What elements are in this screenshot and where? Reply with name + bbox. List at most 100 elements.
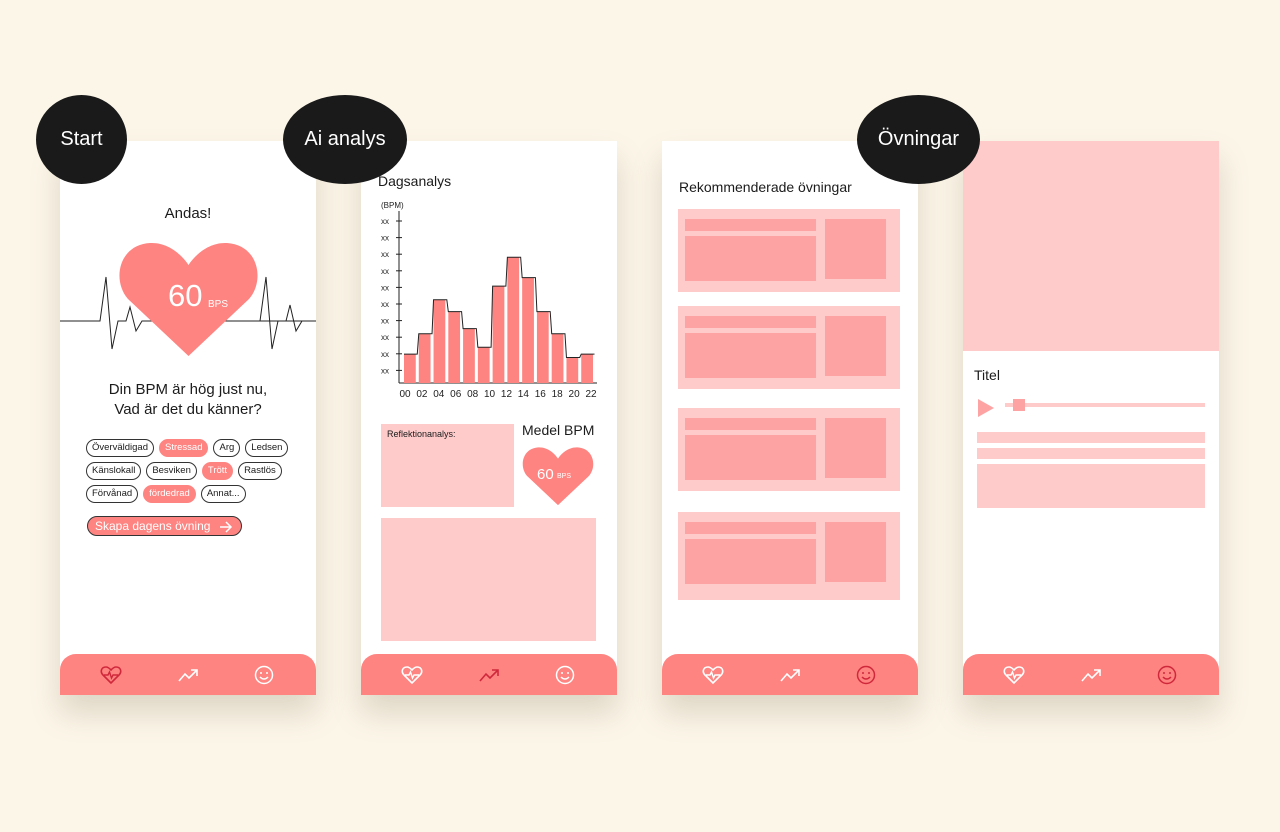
heart-pulse-icon[interactable]	[702, 664, 724, 686]
chart-bar	[463, 328, 475, 383]
x-tick-label: 10	[484, 389, 496, 400]
heart-pulse-icon[interactable]	[401, 664, 423, 686]
y-tick-label: xx	[381, 350, 389, 359]
chip-ledsen[interactable]: Ledsen	[245, 439, 289, 457]
y-tick-label: xx	[381, 300, 389, 309]
bps-unit: BPS	[208, 299, 229, 310]
recommended-title: Rekommenderade övningar	[679, 179, 852, 195]
analysis-placeholder	[381, 518, 596, 641]
medel-bpm-title: Medel BPM	[522, 422, 595, 438]
exercise-card[interactable]	[678, 306, 900, 389]
bottom-nav	[361, 654, 617, 695]
y-tick-label: xx	[381, 333, 389, 342]
x-tick-label: 14	[518, 389, 530, 400]
create-exercise-button[interactable]: Skapa dagens övning	[87, 516, 242, 536]
exercise-hero-image	[963, 141, 1219, 351]
trending-icon[interactable]	[779, 664, 801, 686]
bottom-nav	[60, 654, 316, 695]
start-screen: Andas! 60 BPS Din BPM är hög just nu, Va…	[60, 141, 316, 695]
y-tick-label: xx	[381, 283, 389, 292]
chip-annat[interactable]: Annat...	[200, 485, 246, 503]
audio-progress-handle[interactable]	[1013, 399, 1025, 411]
bpm-question: Din BPM är hög just nu, Vad är det du kä…	[108, 381, 268, 418]
card-image-placeholder	[825, 522, 886, 582]
heart-pulse-icon[interactable]	[1003, 664, 1025, 686]
exercise-card[interactable]	[678, 512, 900, 600]
chip-kanslokall[interactable]: Känslokall	[86, 462, 142, 480]
exercise-screen: Titel	[963, 141, 1219, 695]
chart-bar	[477, 347, 490, 383]
y-tick-label: xx	[381, 217, 389, 226]
feeling-chips: Överväldigad Stressad Arg Ledsen Känslok…	[86, 439, 296, 508]
x-tick-label: 08	[467, 389, 479, 400]
card-title-placeholder	[685, 219, 816, 231]
y-tick-label: xx	[381, 234, 389, 243]
x-tick-label: 12	[501, 389, 513, 400]
chart-bar	[536, 311, 549, 383]
chart-bar	[404, 354, 416, 383]
label-ai-analys: Ai analys	[283, 95, 407, 184]
label-ovningar: Övningar	[857, 95, 980, 184]
chart-bar	[448, 311, 461, 383]
y-tick-label: xx	[381, 250, 389, 259]
screen-title: Andas!	[164, 205, 212, 222]
y-tick-label: xx	[381, 366, 389, 375]
x-tick-label: 18	[552, 389, 564, 400]
bottom-nav	[963, 654, 1219, 695]
arrow-right-icon	[220, 521, 233, 533]
card-text-placeholder	[685, 435, 816, 480]
card-title-placeholder	[685, 522, 816, 534]
y-tick-label: xx	[381, 267, 389, 276]
text-placeholder	[977, 464, 1205, 508]
card-image-placeholder	[825, 418, 886, 478]
y-axis-label: (BPM)	[381, 201, 404, 210]
heart-pulse-icon[interactable]	[100, 664, 122, 686]
x-tick-label: 22	[585, 389, 597, 400]
trending-icon[interactable]	[1080, 664, 1102, 686]
dagsanalys-title: Dagsanalys	[378, 173, 452, 189]
chip-trott[interactable]: Trött	[201, 462, 234, 480]
chart-bar	[566, 357, 579, 383]
reflection-label: Reflektionanalys:	[387, 429, 456, 439]
smiley-icon[interactable]	[855, 664, 877, 686]
chip-forvanad[interactable]: Förvånad	[86, 485, 139, 503]
chip-arg[interactable]: Arg	[213, 439, 241, 457]
x-tick-label: 00	[399, 389, 411, 400]
chip-rastlos[interactable]: Rastlös	[238, 462, 282, 480]
card-text-placeholder	[685, 539, 816, 584]
smiley-icon[interactable]	[1156, 664, 1178, 686]
bpm-value: 60	[168, 278, 203, 313]
y-tick-label: xx	[381, 317, 389, 326]
reflection-panel: Reflektionanalys:	[381, 424, 514, 507]
ovningar-screen: Rekommenderade övningar	[662, 141, 918, 695]
x-tick-label: 16	[535, 389, 547, 400]
smiley-icon[interactable]	[253, 664, 275, 686]
analys-screen: Dagsanalys (BPM) xx xx xx xx xx xx xx xx xx xx 00 02…	[361, 141, 617, 695]
trending-icon[interactable]	[177, 664, 199, 686]
chart-bar	[433, 299, 446, 383]
bottom-nav	[662, 654, 918, 695]
x-tick-label: 02	[416, 389, 428, 400]
text-placeholder	[977, 448, 1205, 459]
card-image-placeholder	[825, 219, 886, 279]
chip-besviken[interactable]: Besviken	[146, 462, 197, 480]
medel-bps-unit: BPS	[557, 473, 572, 480]
chip-stressad[interactable]: Stressad	[158, 439, 209, 457]
smiley-icon[interactable]	[554, 664, 576, 686]
play-icon[interactable]	[978, 399, 994, 417]
trending-icon[interactable]	[478, 664, 500, 686]
audio-progress-track[interactable]	[1005, 403, 1205, 407]
exercise-card[interactable]	[678, 408, 900, 491]
x-tick-label: 04	[433, 389, 445, 400]
exercise-card[interactable]	[678, 209, 900, 292]
x-tick-label: 20	[569, 389, 581, 400]
chip-fordedrad[interactable]: fördedrad	[143, 485, 196, 503]
chip-overvaldigad[interactable]: Överväldigad	[86, 439, 154, 457]
create-exercise-label: Skapa dagens övning	[95, 519, 211, 533]
chart-bar	[492, 286, 505, 383]
chart-bar	[522, 277, 534, 383]
card-title-placeholder	[685, 316, 816, 328]
chart-bar	[418, 333, 431, 383]
chart-bar	[581, 354, 593, 383]
x-tick-label: 06	[450, 389, 462, 400]
